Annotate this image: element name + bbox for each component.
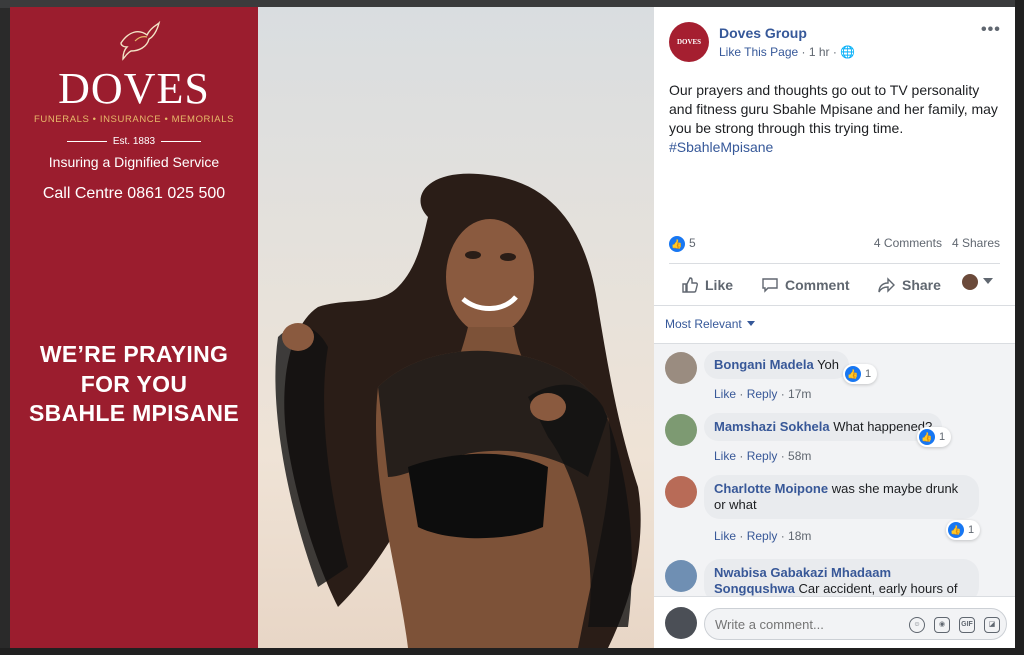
reaction-count[interactable]: 5 [689, 236, 696, 250]
comment-button[interactable]: Comment [761, 276, 850, 294]
comment-bubble: Bongani Madela Yoh [704, 351, 850, 379]
comment-actions: Like · Reply · 17m [714, 387, 812, 401]
acting-as-avatar[interactable] [962, 274, 978, 290]
portrait-photo [258, 7, 654, 648]
page-avatar[interactable]: DOVES [669, 22, 709, 62]
commenter-avatar[interactable] [665, 414, 697, 446]
gif-icon[interactable]: GIF [959, 617, 975, 633]
comment-reaction-count: 1 [968, 523, 975, 536]
comment-text: Car accident, early hours of [798, 581, 958, 596]
commenter-name[interactable]: Mamshazi Sokhela [714, 419, 830, 434]
comment-reaction-count: 1 [939, 430, 946, 443]
comment-reaction[interactable]: 👍 1 [843, 364, 878, 384]
comment-reply-link[interactable]: Reply [747, 449, 778, 463]
comment-text: Yoh [817, 357, 840, 372]
like-reaction-icon: 👍 [845, 366, 861, 382]
comment-reaction-count: 1 [865, 367, 872, 380]
post-panel: DOVES Doves Group Like This Page · 1 hr … [654, 7, 1015, 648]
like-reaction-icon: 👍 [948, 522, 964, 538]
hashtag-link[interactable]: #SbahleMpisane [669, 138, 1004, 157]
comments-list: Bongani Madela Yoh 👍 1 Like · Reply · 17m… [654, 344, 1015, 596]
comment-actions: Like · Reply · 58m [714, 449, 812, 463]
comment-time[interactable]: 18m [788, 529, 811, 543]
thumbs-up-icon [682, 277, 698, 293]
commenter-avatar[interactable] [665, 476, 697, 508]
comment-sort-dropdown[interactable]: Most Relevant [665, 317, 755, 331]
chevron-down-icon [746, 321, 755, 326]
ad-message: WE’RE PRAYING FOR YOU SBAHLE MPISANE [10, 340, 258, 429]
brand-services: FUNERALS • INSURANCE • MEMORIALS [33, 114, 235, 125]
post-actions: Like Comment Share [669, 263, 1000, 305]
sticker-icon[interactable]: ◪ [984, 617, 1000, 633]
like-reaction-icon: 👍 [669, 236, 685, 252]
dove-logo-icon [120, 21, 161, 61]
comment-time[interactable]: 17m [788, 387, 811, 401]
chevron-down-icon[interactable] [983, 278, 993, 284]
meta-separator: · [801, 45, 809, 59]
call-centre-number: Call Centre 0861 025 500 [42, 185, 226, 202]
comment-reply-link[interactable]: Reply [747, 387, 778, 401]
comment-reaction[interactable]: 👍 1 [946, 520, 981, 540]
brand-name: DOVES [58, 64, 210, 113]
brand-established: Est. 1883 [10, 136, 258, 147]
current-user-avatar[interactable] [665, 607, 697, 639]
comments-count[interactable]: 4 Comments [874, 236, 942, 250]
comment-like-link[interactable]: Like [714, 529, 736, 543]
comment-bubble: Charlotte Moipone was she maybe drunk or… [704, 475, 979, 519]
camera-icon[interactable]: ◉ [934, 617, 950, 633]
emoji-icon[interactable]: ☺ [909, 617, 925, 633]
post-stats: 👍 5 4 Comments 4 Shares [669, 235, 1000, 255]
ad-message-line: FOR YOU [80, 370, 188, 397]
stats-right: 4 Comments 4 Shares [874, 236, 1000, 250]
ad-message-line: SBAHLE MPISANE [29, 400, 239, 426]
ad-red-panel: DOVES FUNERALS • INSURANCE • MEMORIALS E… [10, 7, 258, 648]
comment-like-link[interactable]: Like [714, 387, 736, 401]
comment-bubble: Nwabisa Gabakazi Mhadaam Songqushwa Car … [704, 559, 979, 596]
page-name-link[interactable]: Doves Group [719, 25, 807, 41]
post-text: Our prayers and thoughts go out to TV pe… [669, 81, 1004, 157]
comment-composer: ☺ ◉ GIF ◪ [654, 596, 1015, 648]
post-time[interactable]: 1 hr [809, 45, 830, 59]
shares-count[interactable]: 4 Shares [952, 236, 1000, 250]
share-button-label: Share [902, 277, 941, 293]
comment-bubble: Mamshazi Sokhela What happened? [704, 413, 943, 441]
screenshot-frame: DOVES FUNERALS • INSURANCE • MEMORIALS E… [0, 0, 1024, 655]
comment-button-label: Comment [785, 277, 850, 293]
comment-reply-link[interactable]: Reply [747, 529, 778, 543]
commenter-avatar[interactable] [665, 352, 697, 384]
post-image[interactable]: DOVES FUNERALS • INSURANCE • MEMORIALS E… [10, 7, 654, 648]
commenter-avatar[interactable] [665, 560, 697, 592]
comment-like-link[interactable]: Like [714, 449, 736, 463]
ad-message-line: WE’RE PRAYING [39, 341, 229, 367]
comment-reaction[interactable]: 👍 1 [917, 427, 952, 447]
frame-edge [0, 648, 1024, 655]
comment-icon [762, 278, 778, 293]
share-button[interactable]: Share [878, 276, 941, 294]
share-icon [878, 277, 895, 293]
comment-actions: Like · Reply · 18m [714, 529, 812, 543]
globe-icon: 🌐 [840, 45, 856, 59]
comment-sort-label: Most Relevant [665, 317, 742, 331]
post-meta: Like This Page · 1 hr · 🌐 [719, 45, 855, 59]
commenter-name[interactable]: Charlotte Moipone [714, 481, 828, 496]
like-button[interactable]: Like [681, 276, 733, 294]
like-page-link[interactable]: Like This Page [719, 45, 798, 59]
frame-edge [1015, 0, 1024, 655]
brand-tagline: Insuring a Dignified Service [48, 154, 220, 170]
commenter-name[interactable]: Bongani Madela [714, 357, 814, 372]
like-button-label: Like [705, 277, 734, 293]
more-options-icon[interactable]: ••• [981, 21, 1001, 39]
like-reaction-icon: 👍 [919, 429, 935, 445]
post-body: Our prayers and thoughts go out to TV pe… [669, 82, 998, 136]
comment-time[interactable]: 58m [788, 449, 811, 463]
divider [654, 305, 1015, 306]
portrait-illustration [275, 173, 641, 648]
